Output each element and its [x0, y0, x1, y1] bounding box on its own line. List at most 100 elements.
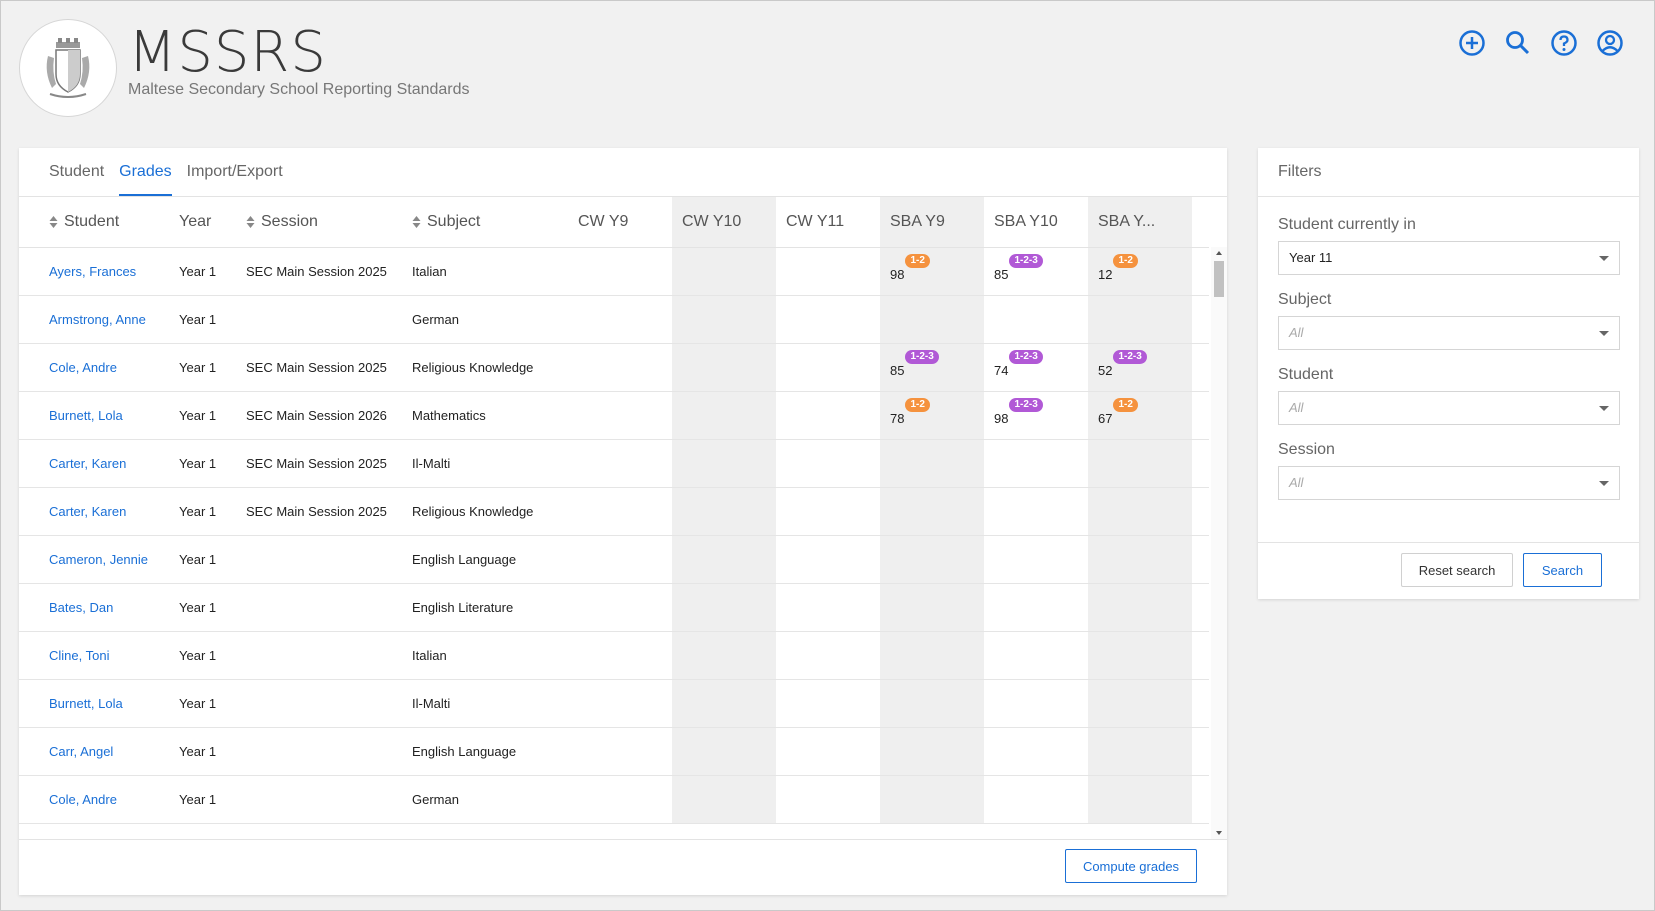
- grade-cell-cw-y11[interactable]: [776, 631, 880, 680]
- vertical-scrollbar[interactable]: [1211, 247, 1227, 839]
- grade-cell-sba-y10[interactable]: [984, 487, 1088, 536]
- table-row[interactable]: Cole, Andre Year 1 SEC Main Session 2025 Re…: [19, 343, 1209, 392]
- table-row[interactable]: Cline, Toni Year 1 Italian: [19, 631, 1209, 680]
- grade-cell-sba-y11[interactable]: [1088, 775, 1192, 824]
- table-row[interactable]: Bates, Dan Year 1 English Literature: [19, 583, 1209, 632]
- column-header-subject[interactable]: Subject: [402, 197, 568, 248]
- grade-cell-cw-y10[interactable]: [672, 247, 776, 296]
- table-row[interactable]: Cole, Andre Year 1 German: [19, 775, 1209, 824]
- grade-cell-sba-y11[interactable]: 12 1-2: [1088, 247, 1192, 296]
- grade-cell-cw-y9[interactable]: [568, 391, 672, 440]
- grade-cell-cw-y10[interactable]: [672, 775, 776, 824]
- student-link[interactable]: Carter, Karen: [49, 504, 126, 519]
- search-icon[interactable]: [1504, 29, 1532, 57]
- grade-cell-sba-y10[interactable]: [984, 583, 1088, 632]
- grade-cell-sba-y9[interactable]: 98 1-2: [880, 247, 984, 296]
- account-icon[interactable]: [1596, 29, 1624, 57]
- sort-icon[interactable]: [412, 215, 421, 229]
- student-link[interactable]: Cameron, Jennie: [49, 552, 148, 567]
- grade-cell-cw-y11[interactable]: [776, 487, 880, 536]
- grade-cell-cw-y9[interactable]: [568, 583, 672, 632]
- sort-icon[interactable]: [49, 215, 58, 229]
- grade-cell-cw-y10[interactable]: [672, 727, 776, 776]
- student-link[interactable]: Armstrong, Anne: [49, 312, 146, 327]
- grade-cell-sba-y9[interactable]: 78 1-2: [880, 391, 984, 440]
- grade-cell-cw-y11[interactable]: [776, 439, 880, 488]
- grade-cell-sba-y11[interactable]: [1088, 295, 1192, 344]
- column-header-sba-y11[interactable]: SBA Y...: [1088, 197, 1192, 248]
- grade-cell-cw-y10[interactable]: [672, 487, 776, 536]
- sort-icon[interactable]: [246, 215, 255, 229]
- column-header-session[interactable]: Session: [236, 197, 402, 248]
- grade-cell-cw-y9[interactable]: [568, 535, 672, 584]
- grade-cell-cw-y11[interactable]: [776, 391, 880, 440]
- grade-cell-sba-y10[interactable]: [984, 679, 1088, 728]
- student-link[interactable]: Cole, Andre: [49, 360, 117, 375]
- grade-cell-sba-y10[interactable]: 74 1-2-3: [984, 343, 1088, 392]
- grade-cell-cw-y11[interactable]: [776, 247, 880, 296]
- grade-cell-cw-y11[interactable]: [776, 295, 880, 344]
- student-link[interactable]: Ayers, Frances: [49, 264, 136, 279]
- grade-cell-cw-y11[interactable]: [776, 583, 880, 632]
- grade-cell-sba-y9[interactable]: [880, 439, 984, 488]
- scroll-thumb[interactable]: [1214, 261, 1224, 297]
- column-header-year[interactable]: Year: [169, 197, 236, 248]
- student-link[interactable]: Burnett, Lola: [49, 696, 123, 711]
- grade-cell-cw-y11[interactable]: [776, 535, 880, 584]
- grade-cell-sba-y11[interactable]: [1088, 679, 1192, 728]
- student-link[interactable]: Cole, Andre: [49, 792, 117, 807]
- grade-cell-cw-y10[interactable]: [672, 679, 776, 728]
- grade-cell-sba-y9[interactable]: [880, 727, 984, 776]
- grade-cell-cw-y9[interactable]: [568, 727, 672, 776]
- grade-cell-cw-y10[interactable]: [672, 343, 776, 392]
- grade-cell-cw-y10[interactable]: [672, 535, 776, 584]
- table-row[interactable]: Ayers, Frances Year 1 SEC Main Session 202…: [19, 247, 1209, 296]
- column-header-cw-y9[interactable]: CW Y9: [568, 197, 672, 248]
- grade-cell-sba-y10[interactable]: [984, 727, 1088, 776]
- grade-cell-sba-y10[interactable]: [984, 439, 1088, 488]
- grade-cell-sba-y11[interactable]: [1088, 439, 1192, 488]
- grade-cell-cw-y11[interactable]: [776, 775, 880, 824]
- column-header-sba-y9[interactable]: SBA Y9: [880, 197, 984, 248]
- grade-cell-cw-y10[interactable]: [672, 631, 776, 680]
- grade-cell-sba-y9[interactable]: [880, 631, 984, 680]
- grade-cell-sba-y9[interactable]: [880, 535, 984, 584]
- help-icon[interactable]: [1550, 29, 1578, 57]
- grade-cell-cw-y10[interactable]: [672, 439, 776, 488]
- student-currently-in-select[interactable]: Year 11: [1278, 241, 1620, 275]
- grade-cell-sba-y11[interactable]: [1088, 631, 1192, 680]
- grade-cell-cw-y9[interactable]: [568, 679, 672, 728]
- grade-cell-cw-y10[interactable]: [672, 391, 776, 440]
- grade-cell-sba-y11[interactable]: 52 1-2-3: [1088, 343, 1192, 392]
- table-row[interactable]: Cameron, Jennie Year 1 English Language: [19, 535, 1209, 584]
- grade-cell-sba-y10[interactable]: [984, 535, 1088, 584]
- student-link[interactable]: Carr, Angel: [49, 744, 113, 759]
- grade-cell-cw-y9[interactable]: [568, 775, 672, 824]
- tab-grades[interactable]: Grades: [119, 163, 172, 196]
- table-row[interactable]: Carr, Angel Year 1 English Language: [19, 727, 1209, 776]
- grade-cell-cw-y11[interactable]: [776, 343, 880, 392]
- tab-student[interactable]: Student: [49, 163, 104, 196]
- column-header-student[interactable]: Student: [19, 197, 169, 248]
- grade-cell-sba-y9[interactable]: [880, 775, 984, 824]
- grade-cell-cw-y9[interactable]: [568, 295, 672, 344]
- grade-cell-cw-y11[interactable]: [776, 727, 880, 776]
- column-header-cw-y10[interactable]: CW Y10: [672, 197, 776, 248]
- search-button[interactable]: Search: [1523, 553, 1602, 587]
- student-link[interactable]: Cline, Toni: [49, 648, 109, 663]
- grade-cell-cw-y9[interactable]: [568, 343, 672, 392]
- table-row[interactable]: Armstrong, Anne Year 1 German: [19, 295, 1209, 344]
- grade-cell-sba-y9[interactable]: [880, 487, 984, 536]
- scroll-down-icon[interactable]: [1216, 831, 1222, 835]
- grade-cell-sba-y11[interactable]: 67 1-2: [1088, 391, 1192, 440]
- reset-search-button[interactable]: Reset search: [1401, 553, 1513, 587]
- grade-cell-cw-y10[interactable]: [672, 295, 776, 344]
- add-circle-icon[interactable]: [1458, 29, 1486, 57]
- grade-cell-cw-y9[interactable]: [568, 487, 672, 536]
- table-row[interactable]: Carter, Karen Year 1 SEC Main Session 2025…: [19, 439, 1209, 488]
- grade-cell-sba-y10[interactable]: [984, 295, 1088, 344]
- grade-cell-cw-y10[interactable]: [672, 583, 776, 632]
- column-header-sba-y10[interactable]: SBA Y10: [984, 197, 1088, 248]
- tab-import-export[interactable]: Import/Export: [187, 163, 283, 196]
- grade-cell-sba-y9[interactable]: 85 1-2-3: [880, 343, 984, 392]
